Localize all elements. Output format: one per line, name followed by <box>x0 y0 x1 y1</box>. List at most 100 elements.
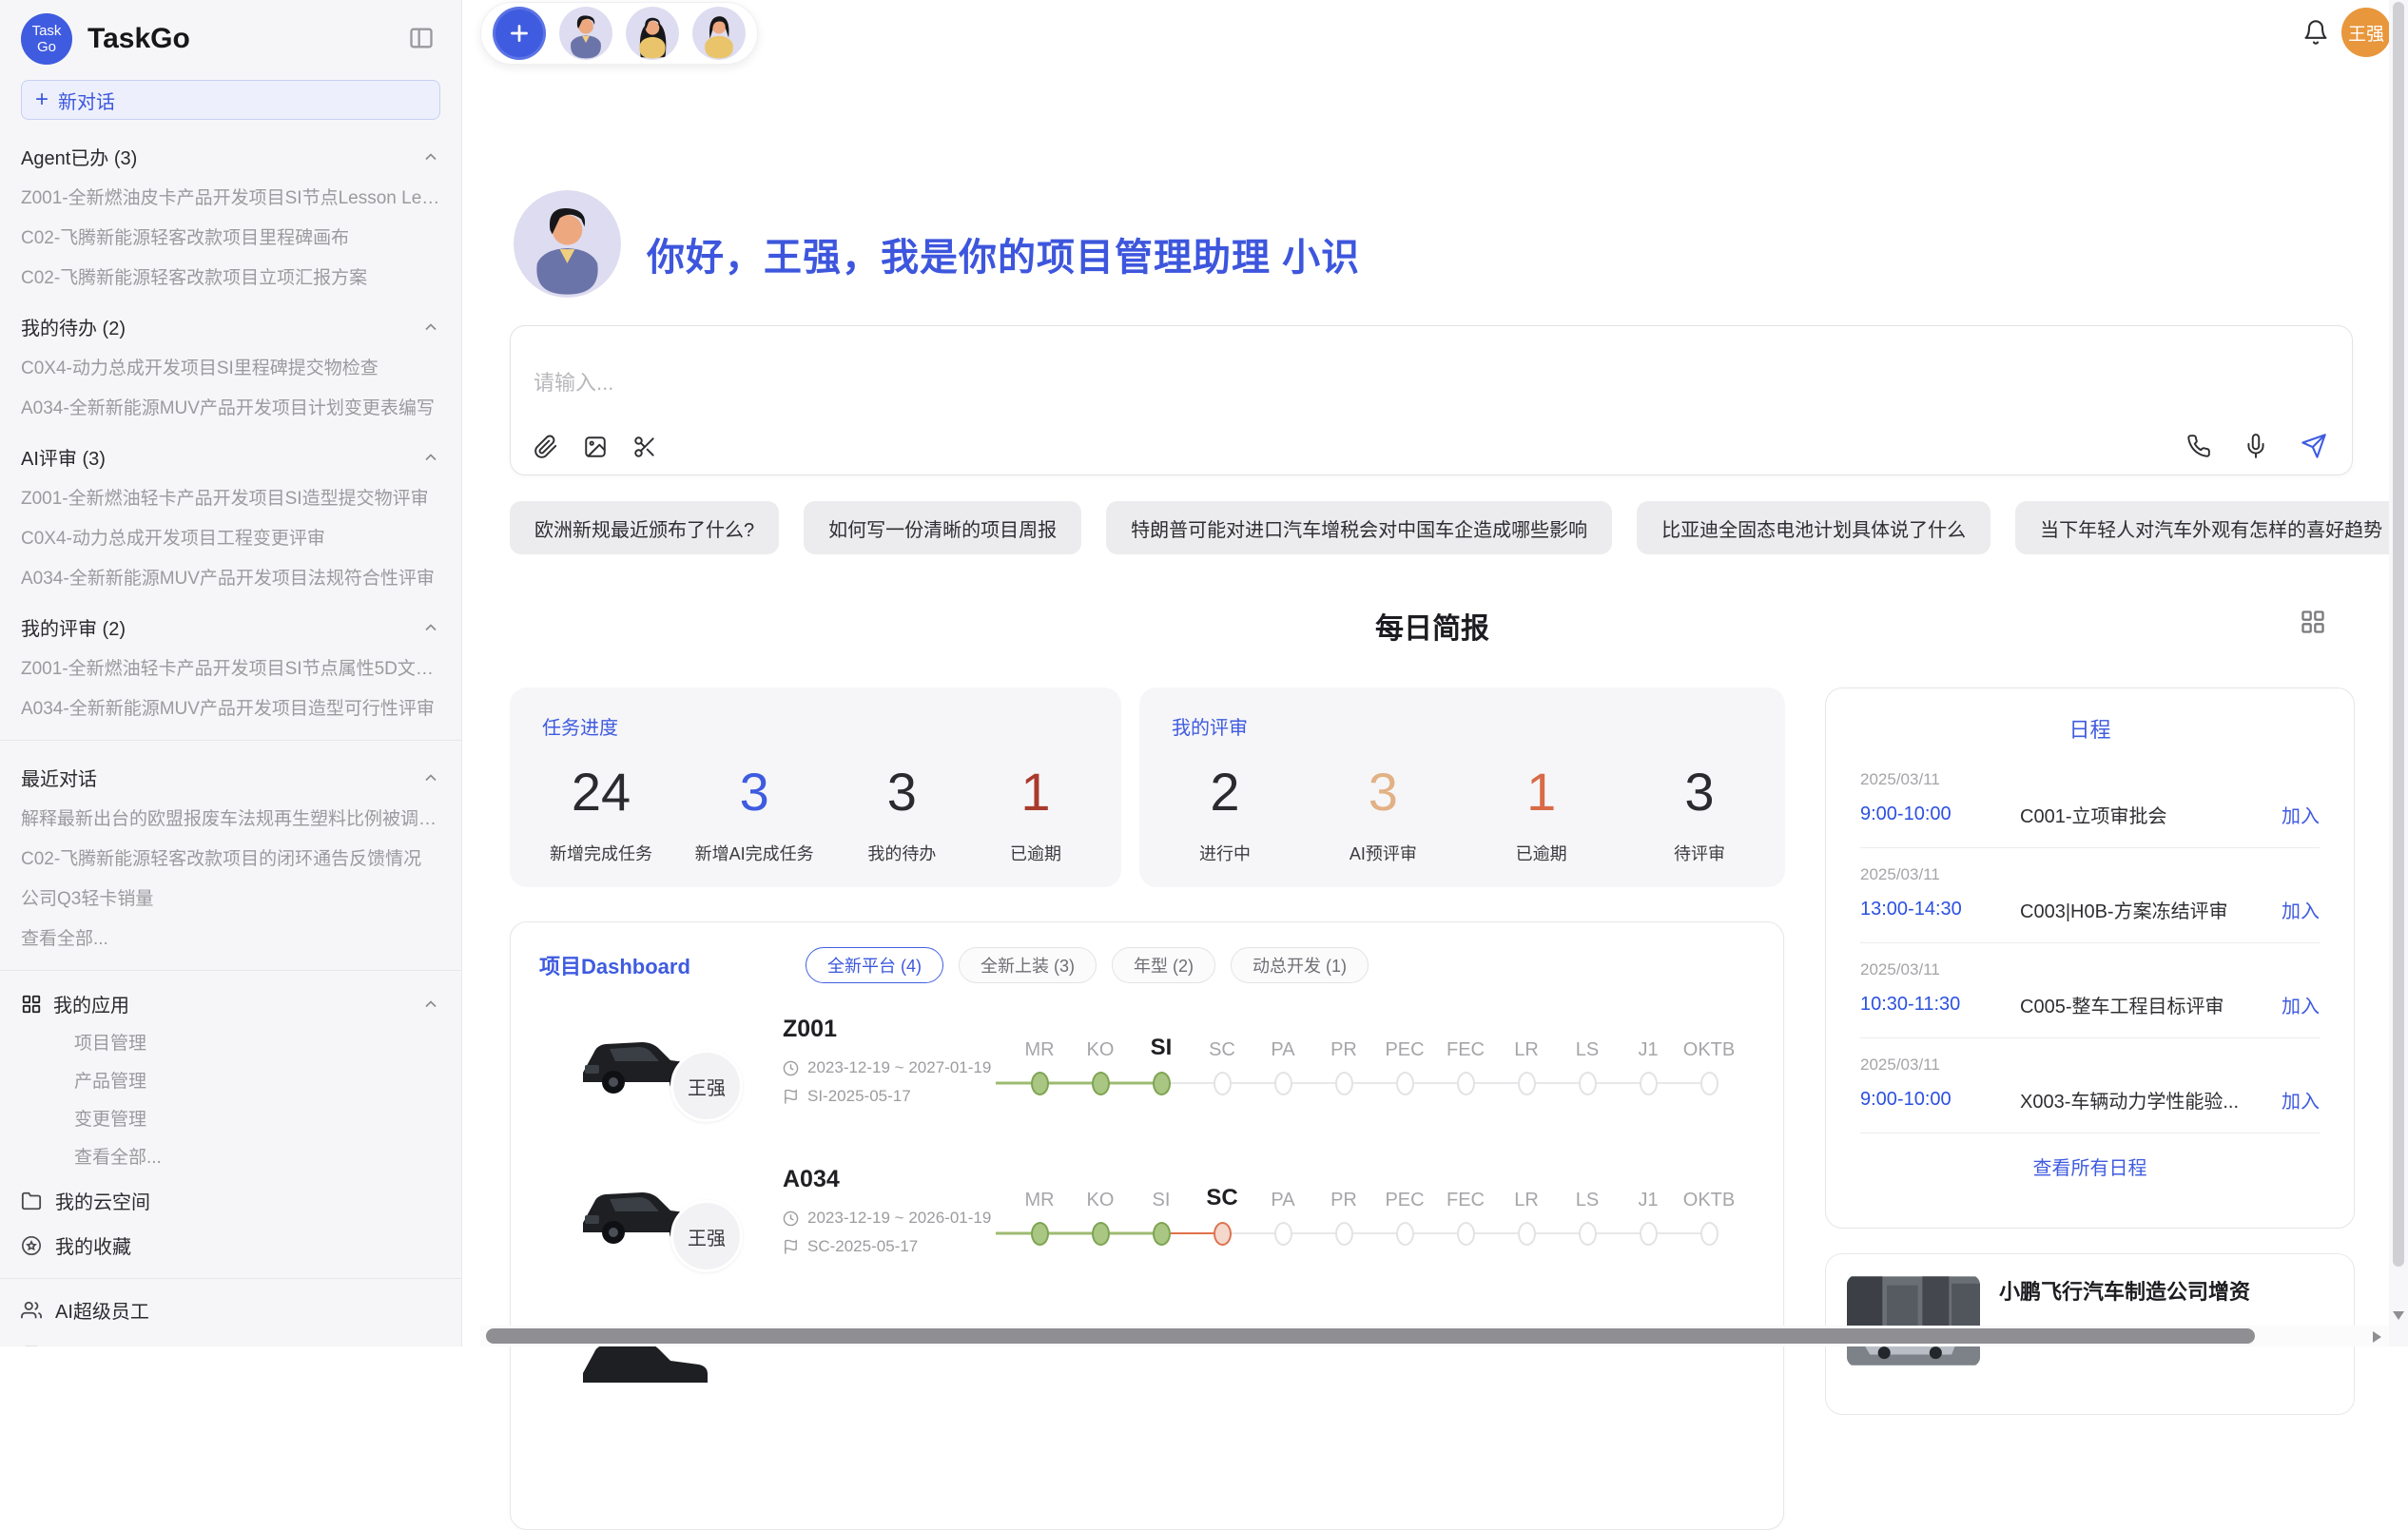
chevron-up-icon[interactable] <box>421 618 440 637</box>
my-cloud-space[interactable]: 我的云空间 <box>21 1187 440 1214</box>
my-favorites[interactable]: 我的收藏 <box>21 1231 440 1259</box>
milestone-node[interactable] <box>1274 1072 1292 1095</box>
send-icon[interactable] <box>2301 433 2327 459</box>
milestone-node[interactable] <box>1335 1222 1353 1246</box>
milestone-node[interactable] <box>1579 1222 1597 1246</box>
milestone: PA <box>1253 1029 1313 1101</box>
milestone-node[interactable] <box>1274 1222 1292 1246</box>
chevron-up-icon[interactable] <box>421 318 440 337</box>
milestone: J1 <box>1618 1179 1679 1251</box>
chat-input[interactable] <box>534 366 1960 423</box>
join-meeting-link[interactable]: 加入 <box>2282 991 2320 1018</box>
dashboard-filter-pill[interactable]: 全新平台 (4) <box>806 947 943 983</box>
suggestion-chip[interactable]: 欧洲新规最近颁布了什么? <box>510 501 779 554</box>
milestone-node[interactable] <box>1153 1222 1171 1246</box>
project-owner-badge: 王强 <box>670 1200 743 1272</box>
milestone-node[interactable] <box>1092 1222 1110 1246</box>
milestone-node[interactable] <box>1031 1072 1049 1095</box>
sidebar-task-item[interactable]: C02-飞腾新能源轻客改款项目立项汇报方案 <box>21 267 440 290</box>
sidebar-task-item[interactable]: C02-飞腾新能源轻客改款项目里程碑画布 <box>21 227 440 250</box>
app-sub-item[interactable]: 项目管理 <box>74 1033 440 1056</box>
chevron-up-icon[interactable] <box>421 768 440 787</box>
insert-image-icon[interactable] <box>583 435 608 459</box>
milestone-node[interactable] <box>1214 1222 1232 1246</box>
join-meeting-link[interactable]: 加入 <box>2282 1086 2320 1114</box>
milestone-node[interactable] <box>1335 1072 1353 1095</box>
project-row[interactable]: 王强 Z001 2023-12-19 ~ 2027-01-19 SI-2025-… <box>511 997 1783 1147</box>
milestone-node[interactable] <box>1396 1072 1414 1095</box>
tool-ai-super-staff[interactable]: AI超级员工 <box>21 1296 440 1324</box>
project-row[interactable]: 王强 A034 2023-12-19 ~ 2026-01-19 SC-2025-… <box>511 1147 1783 1297</box>
horizontal-scrollbar-thumb[interactable] <box>486 1328 2255 1344</box>
scroll-down-arrow[interactable] <box>2393 1311 2404 1320</box>
sidebar-task-item[interactable]: Z001-全新燃油皮卡产品开发项目SI节点Lesson Learn报告 <box>21 187 440 210</box>
tool-help-me-write[interactable]: 帮我写作 <box>21 1341 440 1346</box>
stat-label: 新增完成任务 <box>550 841 652 865</box>
chevron-up-icon[interactable] <box>421 147 440 166</box>
my-apps-header[interactable]: 我的应用 <box>21 990 440 1017</box>
join-meeting-link[interactable]: 加入 <box>2282 896 2320 923</box>
horizontal-scrollbar <box>480 1326 2389 1346</box>
sidebar-task-item[interactable]: C0X4-动力总成开发项目SI里程碑提交物检查 <box>21 358 440 380</box>
sidebar-task-item[interactable]: A034-全新新能源MUV产品开发项目计划变更表编写 <box>21 397 440 420</box>
chevron-up-icon[interactable] <box>421 448 440 467</box>
chevron-up-icon[interactable] <box>421 995 440 1014</box>
suggestion-chip[interactable]: 特朗普可能对进口汽车增税会对中国车企造成哪些影响 <box>1106 501 1612 554</box>
sidebar-task-item[interactable]: Z001-全新燃油轻卡产品开发项目SI造型提交物评审 <box>21 488 440 511</box>
attachment-icon[interactable] <box>534 435 558 459</box>
dashboard-filter-pill[interactable]: 年型 (2) <box>1112 947 1215 983</box>
milestone-node[interactable] <box>1700 1222 1719 1246</box>
milestone-node[interactable] <box>1031 1222 1049 1246</box>
team-avatar[interactable] <box>626 7 679 60</box>
vertical-scrollbar-thumb[interactable] <box>2393 2 2404 1267</box>
milestone-label: SC <box>1206 1179 1237 1211</box>
sidebar-task-item[interactable]: A034-全新新能源MUV产品开发项目造型可行性评审 <box>21 698 440 721</box>
suggestion-chip[interactable]: 如何写一份清晰的项目周报 <box>804 501 1081 554</box>
dashboard-filter-pill[interactable]: 动总开发 (1) <box>1231 947 1369 983</box>
suggestion-chip[interactable]: 当下年轻人对汽车外观有怎样的喜好趋势 <box>2015 501 2407 554</box>
team-avatar[interactable] <box>692 7 746 60</box>
app-sub-item[interactable]: 变更管理 <box>74 1109 440 1132</box>
milestone-node[interactable] <box>1214 1072 1232 1095</box>
recent-chat-item[interactable]: 解释最新出台的欧盟报废车法规再生塑料比例被调至15%... <box>21 808 440 831</box>
screenshot-scissors-icon[interactable] <box>632 435 657 459</box>
sidebar-task-item[interactable]: A034-全新新能源MUV产品开发项目法规符合性评审 <box>21 568 440 591</box>
sidebar-task-item[interactable]: Z001-全新燃油轻卡产品开发项目SI节点属性5D文件评审 <box>21 658 440 681</box>
user-avatar-badge[interactable]: 王强 <box>2341 8 2391 57</box>
dashboard-filter-pill[interactable]: 全新上装 (3) <box>959 947 1097 983</box>
notifications-bell-icon[interactable] <box>2302 19 2329 46</box>
app-sub-item[interactable]: 产品管理 <box>74 1071 440 1094</box>
apps-view-all[interactable]: 查看全部... <box>74 1147 440 1170</box>
microphone-icon[interactable] <box>2243 434 2268 458</box>
milestone-node[interactable] <box>1579 1072 1597 1095</box>
milestone-node[interactable] <box>1640 1072 1658 1095</box>
scroll-right-arrow[interactable] <box>2373 1331 2381 1343</box>
milestone-label: J1 <box>1638 1029 1658 1061</box>
milestone-node[interactable] <box>1518 1222 1536 1246</box>
sidebar-section: Agent已办 (3) Z001-全新燃油皮卡产品开发项目SI节点Lesson … <box>21 143 440 290</box>
stat-value: 3 <box>887 763 917 822</box>
milestone-node[interactable] <box>1396 1222 1414 1246</box>
milestone-node[interactable] <box>1518 1072 1536 1095</box>
milestone-node[interactable] <box>1700 1072 1719 1095</box>
recent-chats-view-all[interactable]: 查看全部... <box>21 928 440 951</box>
new-chat-button[interactable]: + 新对话 <box>21 80 440 120</box>
join-meeting-link[interactable]: 加入 <box>2282 801 2320 828</box>
briefing-layout-icon[interactable] <box>2300 609 2326 635</box>
team-avatar[interactable] <box>559 7 612 60</box>
recent-chat-item[interactable]: 公司Q3轻卡销量 <box>21 888 440 911</box>
milestone-node[interactable] <box>1457 1222 1475 1246</box>
recent-chat-item[interactable]: C02-飞腾新能源轻客改款项目的闭环通告反馈情况 <box>21 848 440 871</box>
milestone-node[interactable] <box>1457 1072 1475 1095</box>
add-agent-button[interactable] <box>493 7 546 60</box>
voice-call-icon[interactable] <box>2186 434 2211 458</box>
sidebar-collapse-icon[interactable] <box>408 25 435 51</box>
sidebar-task-item[interactable]: C0X4-动力总成开发项目工程变更评审 <box>21 528 440 551</box>
milestone-node[interactable] <box>1640 1222 1658 1246</box>
suggestion-chip[interactable]: 比亚迪全固态电池计划具体说了什么 <box>1637 501 1990 554</box>
milestone-node[interactable] <box>1092 1072 1110 1095</box>
milestone-label: PEC <box>1385 1179 1424 1211</box>
milestone-node[interactable] <box>1153 1072 1171 1095</box>
milestone: OKTB <box>1679 1029 1739 1101</box>
view-all-schedule-link[interactable]: 查看所有日程 <box>1826 1133 2354 1199</box>
